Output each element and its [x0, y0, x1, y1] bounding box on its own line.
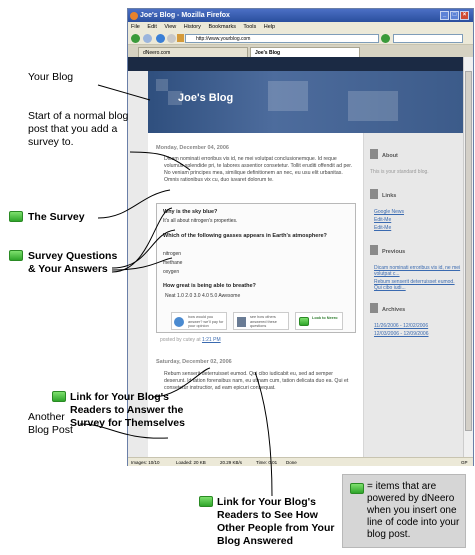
dneero-icon [9, 250, 23, 261]
connector-line [254, 371, 273, 497]
dneero-icon [9, 211, 23, 222]
annotation-the-survey: The Survey [28, 211, 85, 223]
dneero-icon [199, 496, 213, 507]
annotation-start-post: Start of a normal blog post that you add… [28, 110, 129, 148]
connector-line [97, 84, 151, 101]
annotation-link-see: Link for Your Blog's Readers to See How … [217, 496, 335, 547]
annotation-your-blog: Your Blog [28, 71, 74, 83]
dneero-icon [350, 483, 364, 494]
legend-box: = items that are powered by dNeero when … [342, 474, 466, 548]
connector-line [111, 257, 173, 271]
connector-line [97, 189, 171, 219]
annotation-link-answer: Link for Your Blog's Readers to Answer t… [70, 391, 185, 429]
annotation-survey-questions: Survey Questions & Your Answers [28, 250, 118, 275]
connector-line [111, 229, 176, 269]
legend-text: = items that are powered by dNeero when … [367, 481, 460, 540]
connector-line [129, 151, 191, 171]
dneero-icon [52, 391, 66, 402]
connector-line [111, 207, 173, 273]
